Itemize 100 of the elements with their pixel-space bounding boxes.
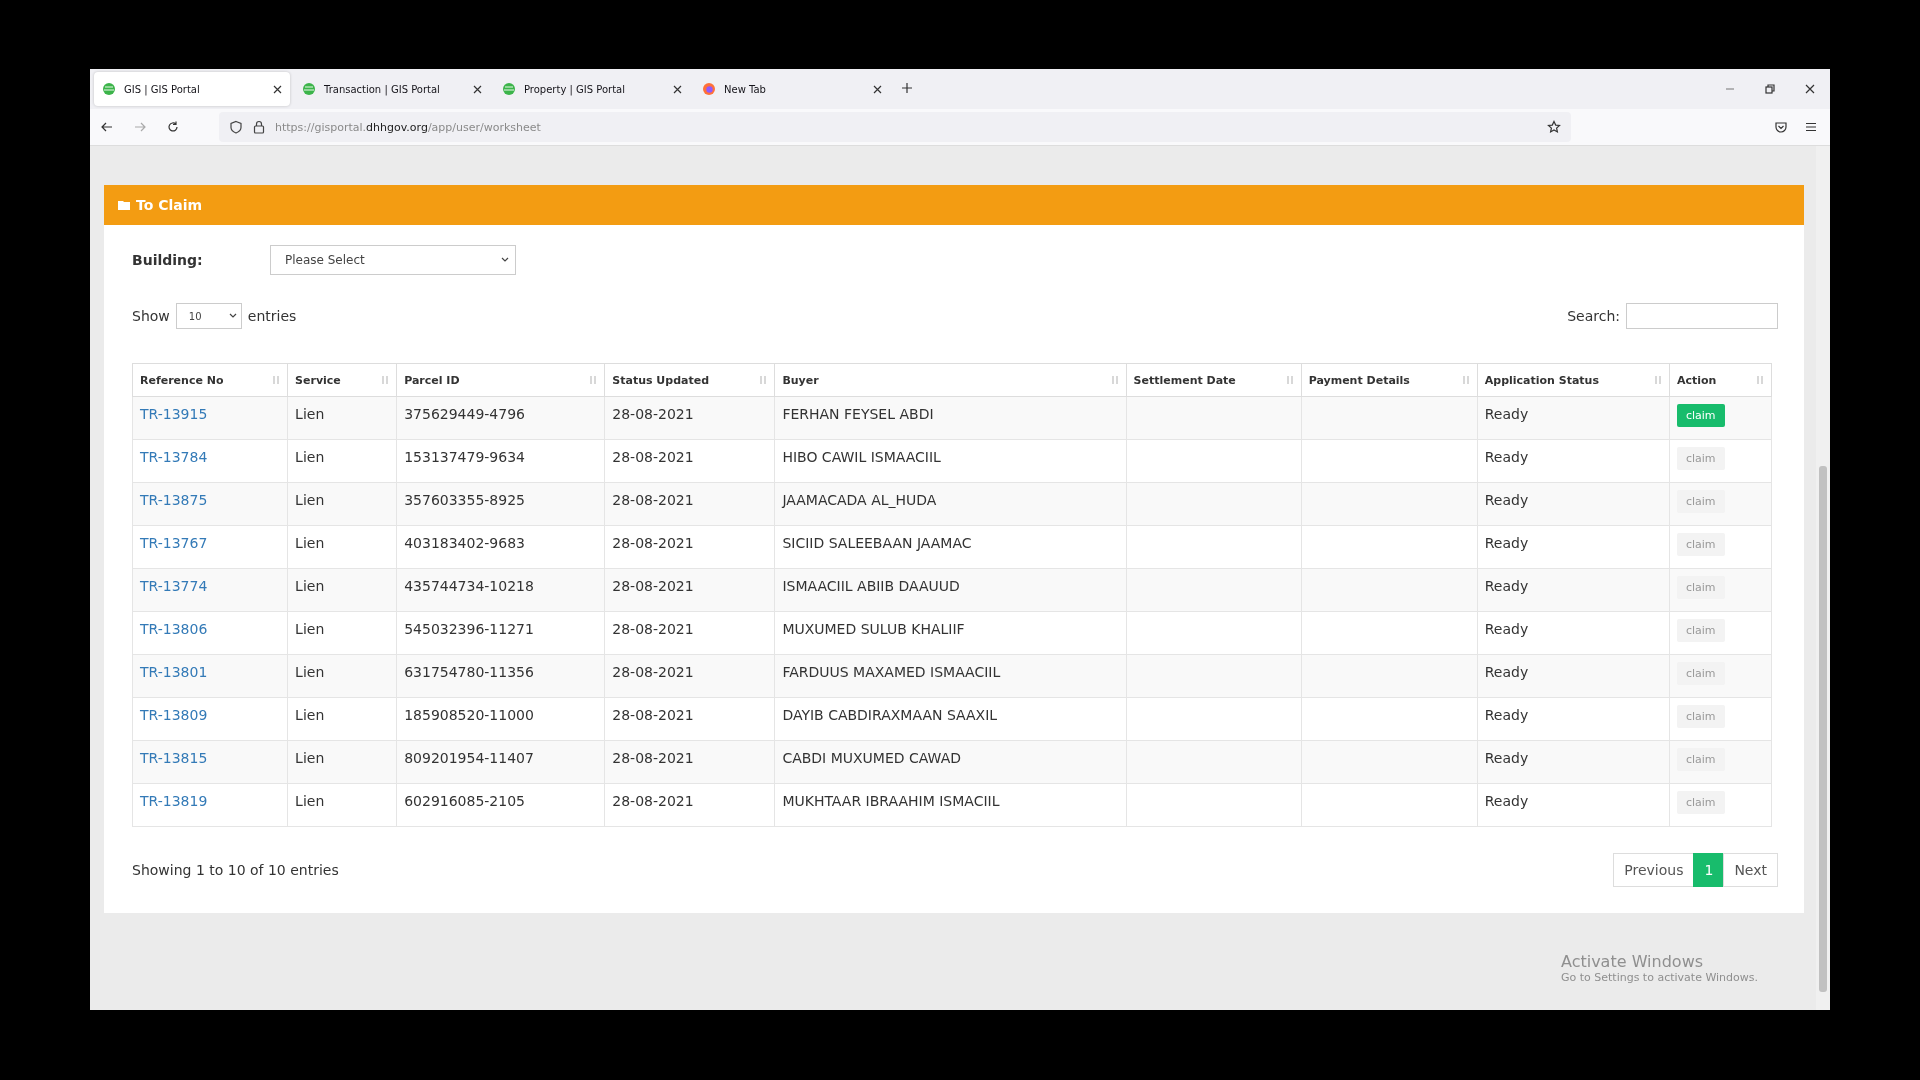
table-cell: Ready: [1477, 740, 1670, 784]
table-cell: Ready: [1477, 611, 1670, 655]
table-cell: Ready: [1477, 482, 1670, 526]
column-header[interactable]: Service: [287, 363, 397, 397]
browser-tab[interactable]: Transaction | GIS Portal: [294, 72, 490, 106]
globe-icon: [502, 82, 516, 96]
table-cell: 28-08-2021: [604, 482, 775, 526]
browser-tab[interactable]: Property | GIS Portal: [494, 72, 690, 106]
table-cell: Lien: [287, 525, 397, 569]
table-cell: Lien: [287, 611, 397, 655]
table-cell: Ready: [1477, 439, 1670, 483]
pagination-button[interactable]: 1: [1693, 853, 1725, 887]
back-arrow-icon[interactable]: [99, 120, 114, 134]
close-icon[interactable]: [673, 84, 682, 94]
close-icon[interactable]: [273, 84, 282, 94]
table-cell: FARDUUS MAXAMED ISMAACIIL: [774, 654, 1127, 698]
table-cell: Ready: [1477, 568, 1670, 612]
table-cell: Lien: [287, 697, 397, 741]
table-cell: 28-08-2021: [604, 525, 775, 569]
restore-icon[interactable]: [1763, 82, 1777, 96]
browser-logo-icon: [702, 82, 716, 96]
column-header[interactable]: Action: [1669, 363, 1772, 397]
lock-icon: [253, 120, 265, 134]
column-header[interactable]: Buyer: [774, 363, 1127, 397]
entries-label: entries: [247, 308, 297, 324]
reference-link[interactable]: TR-13915: [140, 406, 208, 422]
sort-icon: [1653, 375, 1662, 385]
search-field[interactable]: [1626, 303, 1778, 329]
column-header[interactable]: Settlement Date: [1126, 363, 1302, 397]
reload-icon[interactable]: [165, 120, 180, 134]
table-cell: 153137479-9634: [396, 439, 605, 483]
pagination-button[interactable]: Previous: [1613, 853, 1695, 887]
column-header[interactable]: Reference No: [132, 363, 288, 397]
folder-icon: [118, 200, 130, 210]
activation-title: Activate Windows: [1560, 952, 1705, 971]
close-icon[interactable]: [1803, 82, 1817, 96]
table-cell: Lien: [287, 654, 397, 698]
table-cell: Lien: [287, 396, 397, 440]
column-header[interactable]: Payment Details: [1301, 363, 1478, 397]
table-cell: Lien: [287, 482, 397, 526]
table-cell: DAYIB CABDIRAXMAAN SAAXIL: [774, 697, 1127, 741]
claim-button[interactable]: claim: [1676, 404, 1725, 427]
table-cell: HIBO CAWIL ISMAACIIL: [774, 439, 1127, 483]
sort-icon: [589, 375, 598, 385]
table-cell: 602916085-2105: [396, 783, 605, 827]
table-cell: 357603355-8925: [396, 482, 605, 526]
table-cell: FERHAN FEYSEL ABDI: [774, 396, 1127, 440]
table-cell: Lien: [287, 783, 397, 827]
plus-icon[interactable]: [900, 80, 914, 95]
sort-icon: [759, 375, 768, 385]
table-cell: 28-08-2021: [604, 783, 775, 827]
table-cell: Ready: [1477, 525, 1670, 569]
table-cell: 403183402-9683: [396, 525, 605, 569]
sort-icon: [1461, 375, 1470, 385]
table-cell: 809201954-11407: [396, 740, 605, 784]
table-cell: MUXUMED SULUB KHALIIF: [774, 611, 1127, 655]
url-text: https://gisportal.dhhgov.org/app/user/worksheet: [275, 120, 541, 134]
table-cell: 28-08-2021: [604, 611, 775, 655]
table-cell: CABDI MUXUMED CAWAD: [774, 740, 1127, 784]
scrollbar-thumb[interactable]: [1819, 466, 1827, 992]
table-cell: Ready: [1477, 654, 1670, 698]
table-cell: Lien: [287, 439, 397, 483]
globe-icon: [102, 82, 116, 96]
close-icon[interactable]: [473, 84, 482, 94]
table-cell: 28-08-2021: [604, 439, 775, 483]
table-cell: 28-08-2021: [604, 697, 775, 741]
address-bar[interactable]: https://gisportal.dhhgov.org/app/user/worksheet: [219, 112, 1571, 142]
table-info: Showing 1 to 10 of 10 entries: [132, 862, 339, 878]
table-cell: 185908520-11000: [396, 697, 605, 741]
menu-icon[interactable]: [1804, 120, 1818, 134]
table-cell: 375629449-4796: [396, 396, 605, 440]
star-icon[interactable]: [1547, 120, 1561, 134]
pagination-button[interactable]: Next: [1723, 853, 1778, 887]
chevron-icon: [228, 313, 237, 319]
browser-tab[interactable]: GIS | GIS Portal: [94, 72, 290, 106]
show-label: Show: [132, 308, 170, 324]
column-header[interactable]: Application Status: [1477, 363, 1670, 397]
table-cell: 28-08-2021: [604, 654, 775, 698]
table-cell: MUKHTAAR IBRAAHIM ISMACIIL: [774, 783, 1127, 827]
table-cell: 545032396-11271: [396, 611, 605, 655]
chevron-icon: [501, 257, 509, 263]
table-cell: JAAMACADA AL_HUDA: [774, 482, 1127, 526]
table-cell: 28-08-2021: [604, 568, 775, 612]
table-cell: Lien: [287, 740, 397, 784]
table-cell: Ready: [1477, 697, 1670, 741]
sort-icon: [1285, 375, 1294, 385]
browser-tab[interactable]: New Tab: [694, 72, 890, 106]
column-header[interactable]: Status Updated: [604, 363, 775, 397]
table-cell: 631754780-11356: [396, 654, 605, 698]
pocket-icon[interactable]: [1774, 120, 1788, 134]
building-dropdown[interactable]: Please Select: [270, 245, 516, 275]
column-header[interactable]: Parcel ID: [396, 363, 605, 397]
close-icon[interactable]: [873, 84, 882, 94]
page-size-dropdown[interactable]: 10: [175, 303, 242, 329]
table-cell: ISMAACIIL ABIIB DAAUUD: [774, 568, 1127, 612]
globe-icon: [302, 82, 316, 96]
search-label: Search:: [1567, 308, 1620, 324]
table-cell: 435744734-10218: [396, 568, 605, 612]
shield-icon: [229, 120, 243, 134]
panel-title: To Claim: [136, 197, 203, 213]
